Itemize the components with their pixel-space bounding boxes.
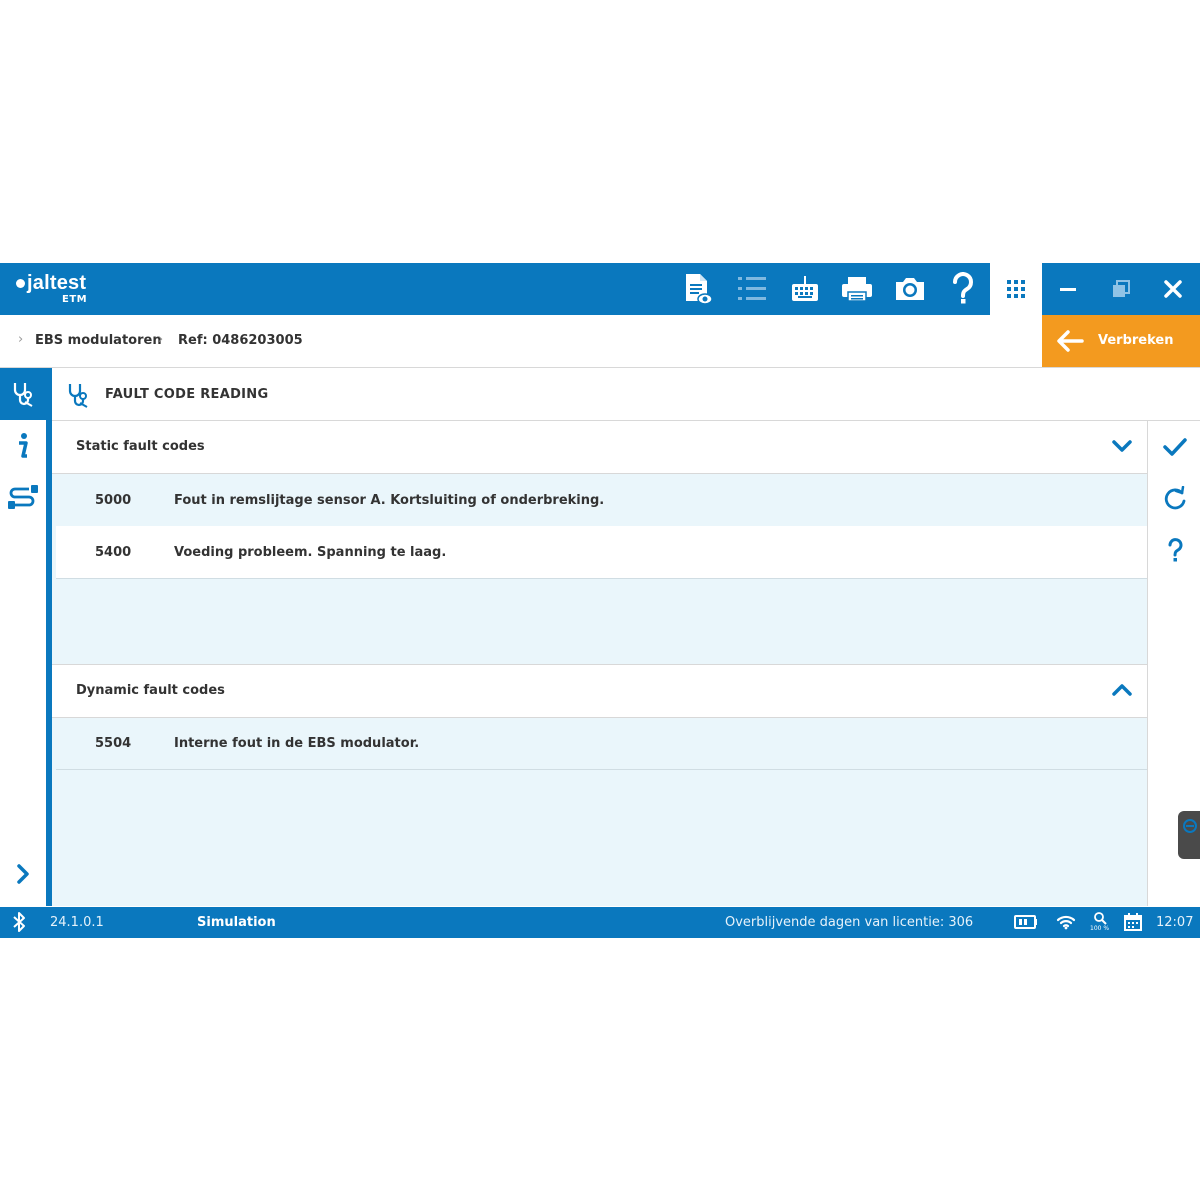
fault-row[interactable]: 5400 Voeding probleem. Spanning te laag. [56,526,1147,579]
static-fault-codes-title: Static fault codes [76,439,205,454]
fault-description: Interne fout in de EBS modulator. [174,736,420,751]
fault-code: 5504 [95,736,132,751]
wifi-icon [1056,911,1076,933]
magnifier-icon [1093,912,1107,925]
restore-icon[interactable] [1103,271,1139,307]
logo-text: jaltest [27,272,87,294]
chevron-right-icon: › [18,332,24,347]
fault-description: Voeding probleem. Spanning te laag. [174,545,447,560]
dynamic-fault-codes-header[interactable]: Dynamic fault codes [52,664,1147,718]
breadcrumb-bar: › EBS modulatoren › Ref: 0486203005 Verb… [0,315,1200,368]
clock-label: 12:07 [1156,915,1194,930]
minimize-icon[interactable] [1050,271,1086,307]
camera-icon[interactable] [892,271,928,307]
breadcrumb-item-ref[interactable]: Ref: 0486203005 [178,333,303,348]
disconnect-label: Verbreken [1098,333,1174,348]
close-icon[interactable] [1155,271,1191,307]
checkmark-icon[interactable] [1148,421,1200,473]
stethoscope-icon[interactable] [0,368,46,420]
expand-sidebar-icon[interactable] [0,848,46,900]
info-icon[interactable] [0,420,46,472]
stethoscope-icon [68,384,88,408]
zoom-indicator[interactable]: 100 % [1090,911,1109,933]
left-sidebar [0,368,52,906]
battery-icon [1014,911,1038,933]
side-panel-tab[interactable] [1178,811,1200,859]
static-fault-codes-header[interactable]: Static fault codes [52,421,1147,474]
fault-code: 5000 [95,493,132,508]
disconnect-button[interactable]: Verbreken [1042,315,1200,367]
bluetooth-icon [12,911,26,933]
status-bar: 24.1.0.1 Simulation Overblijvende dagen … [0,907,1200,938]
connector-cable-icon[interactable] [0,472,46,524]
jaltest-window: jaltest ETM › EBS modulatoren › Ref: 048… [0,263,1200,938]
logo-dot [16,279,25,288]
app-logo: jaltest ETM [16,272,87,305]
chevron-right-icon: › [158,332,164,347]
logo-subtext: ETM [62,294,88,305]
printer-icon[interactable] [839,271,875,307]
mode-label: Simulation [197,915,276,930]
section-header: FAULT CODE READING [52,368,1200,421]
zoom-label: 100 % [1090,925,1110,932]
fault-row[interactable]: 5504 Interne fout in de EBS modulator. [56,717,1147,770]
fault-row[interactable]: 5000 Fout in remslijtage sensor A. Korts… [56,474,1147,527]
list-icon[interactable] [734,271,770,307]
fault-description: Fout in remslijtage sensor A. Kortsluiti… [174,493,605,508]
breadcrumb-item-ebs[interactable]: EBS modulatoren [35,333,162,348]
help-icon[interactable] [945,271,981,307]
page-title: FAULT CODE READING [105,387,269,402]
title-bar: jaltest ETM [0,263,1200,315]
fault-code: 5400 [95,545,132,560]
report-view-icon[interactable] [680,271,716,307]
license-label: Overblijvende dagen van licentie: 306 [725,915,974,930]
minus-circle-icon [1183,819,1197,833]
chevron-down-icon [1112,440,1132,452]
help-icon[interactable] [1148,525,1200,577]
keyboard-icon[interactable] [787,271,823,307]
fault-code-panel: Static fault codes 5000 Fout in remslijt… [52,421,1147,906]
dynamic-fault-codes-title: Dynamic fault codes [76,683,225,698]
apps-grid-icon[interactable] [998,271,1034,307]
refresh-icon[interactable] [1148,473,1200,525]
calendar-icon[interactable] [1124,911,1142,933]
version-label: 24.1.0.1 [50,915,104,930]
chevron-up-icon [1112,684,1132,696]
arrow-left-icon [1057,330,1084,352]
